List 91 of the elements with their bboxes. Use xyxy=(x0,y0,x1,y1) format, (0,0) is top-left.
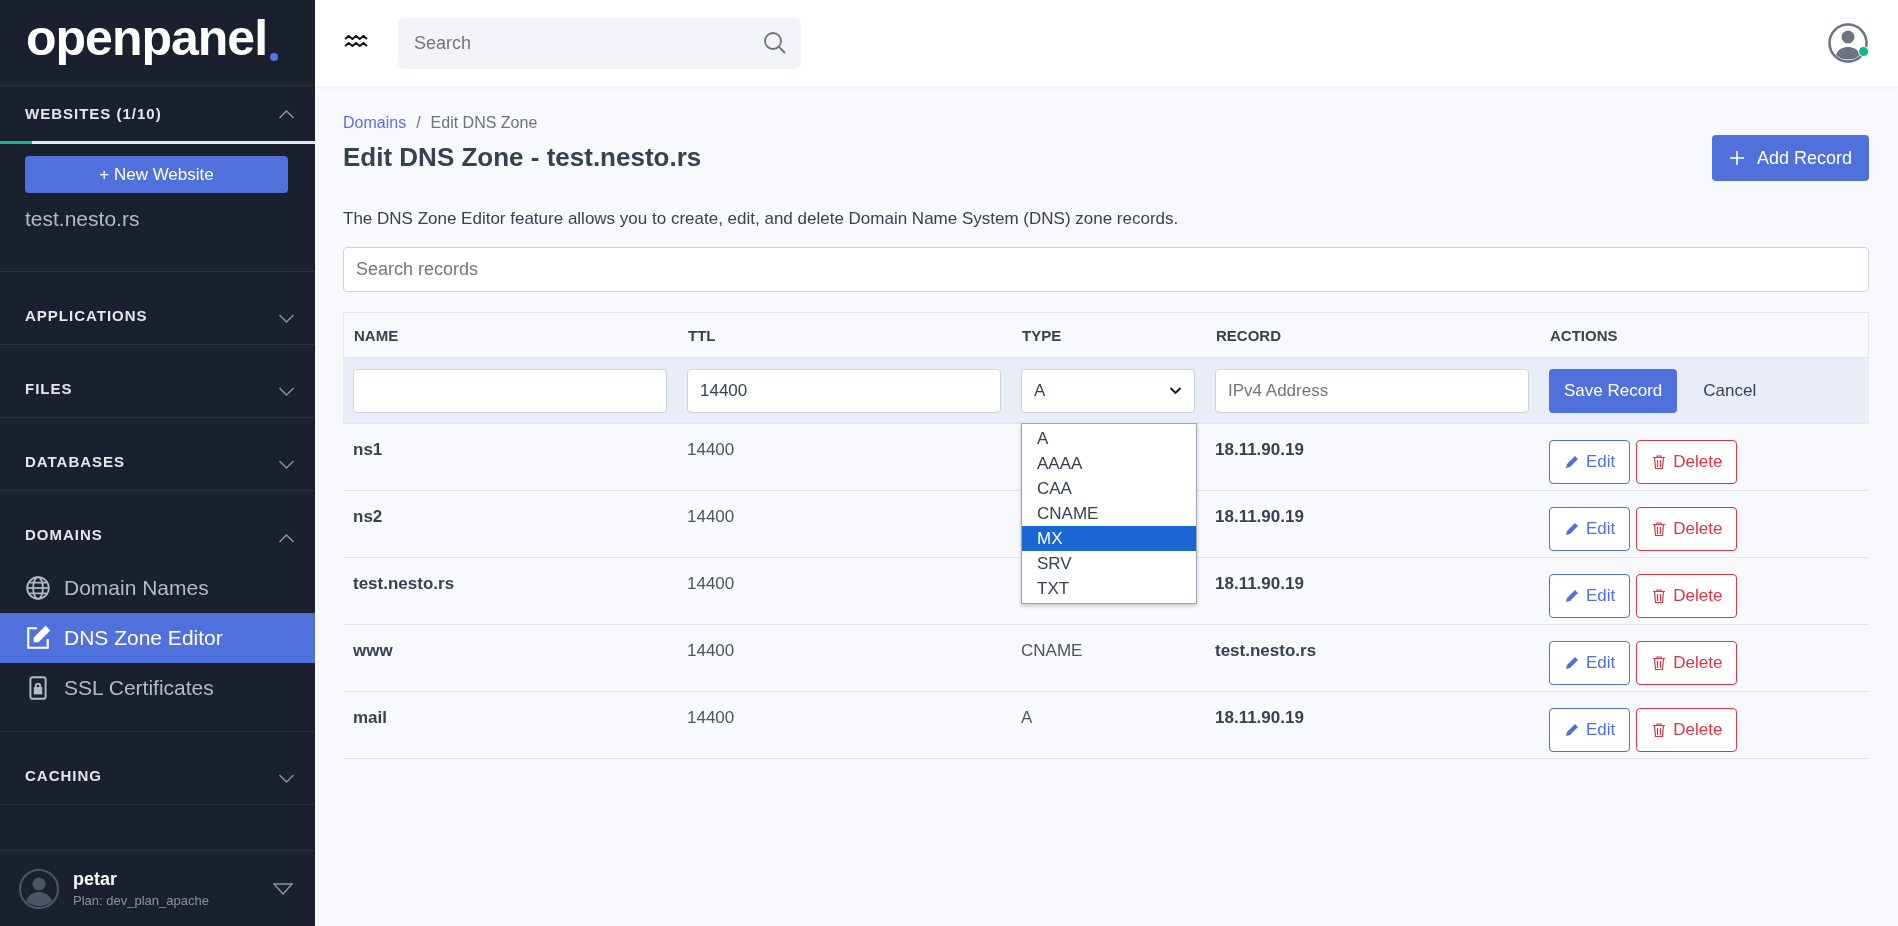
dropdown-option[interactable]: TXT xyxy=(1022,575,1196,601)
chevron-icon[interactable] xyxy=(278,314,295,324)
cancel-button[interactable]: Cancel xyxy=(1697,379,1763,402)
trash-icon xyxy=(1651,655,1668,671)
edit-button[interactable]: Edit xyxy=(1549,440,1631,484)
search-records-field[interactable]: Search records xyxy=(343,247,1869,292)
search-field[interactable]: Search xyxy=(398,17,801,69)
delete-button[interactable]: Delete xyxy=(1636,641,1738,685)
table-cell: test.nesto.rs xyxy=(1215,641,1317,660)
section-title[interactable]: CACHING xyxy=(25,767,102,784)
description: The DNS Zone Editor feature allows you to create, edit, and delete Domain Name System (DNS) zone records. xyxy=(343,209,1180,229)
table-cell: 18.11.90.19 xyxy=(1215,708,1304,727)
breadcrumb-link[interactable]: Domains xyxy=(343,114,407,132)
column-header: ACTIONS xyxy=(1549,326,1619,344)
delete-button[interactable]: Delete xyxy=(1636,574,1738,618)
trash-icon xyxy=(1651,588,1668,604)
user-plan: Plan: dev_plan_apache xyxy=(73,893,210,908)
dropdown-option[interactable]: CAA xyxy=(1022,475,1196,501)
delete-button[interactable]: Delete xyxy=(1636,708,1738,752)
table-cell: 14400 xyxy=(687,641,735,660)
edit-icon xyxy=(25,625,51,651)
chevron-icon[interactable] xyxy=(278,774,295,784)
edit-button[interactable]: Edit xyxy=(1549,708,1631,752)
table-cell: mail xyxy=(353,708,388,727)
trash-icon xyxy=(1651,454,1668,470)
edit-button[interactable]: Edit xyxy=(1549,574,1631,618)
plus-icon xyxy=(1728,150,1745,166)
table-cell: 18.11.90.19 xyxy=(1215,440,1304,459)
column-header: NAME xyxy=(353,326,400,344)
delete-button[interactable]: Delete xyxy=(1636,507,1738,551)
chevron-icon[interactable] xyxy=(278,533,295,543)
nav-item[interactable]: DNS Zone Editor xyxy=(0,613,315,663)
pencil-icon xyxy=(1564,454,1580,470)
save-record-button[interactable]: Save Record xyxy=(1549,368,1678,413)
table-cell: CNAME xyxy=(1021,641,1083,660)
table-cell: www xyxy=(353,641,393,660)
pencil-icon xyxy=(1564,655,1580,671)
table-cell: A xyxy=(1021,708,1033,727)
chevron-icon[interactable] xyxy=(278,108,295,119)
section-title[interactable]: DATABASES xyxy=(25,453,126,470)
pencil-icon xyxy=(1564,722,1580,738)
chevron-icon xyxy=(1169,386,1182,395)
chevron-icon[interactable] xyxy=(278,387,295,397)
ttl-input-field[interactable]: 14400 xyxy=(687,368,1001,413)
column-header: TYPE xyxy=(1021,326,1063,344)
caret-icon[interactable] xyxy=(273,882,293,895)
section-title[interactable]: WEBSITES (1/10) xyxy=(25,105,162,122)
new-website-button[interactable]: + New Website xyxy=(25,156,288,193)
nav-item[interactable]: Domain Names xyxy=(0,563,315,613)
table-cell: 14400 xyxy=(687,574,735,593)
trash-icon xyxy=(1651,521,1668,537)
add-record-button[interactable]: Add Record xyxy=(1711,135,1869,181)
dropdown-option[interactable]: MX xyxy=(1022,525,1196,551)
type-select[interactable]: A xyxy=(1021,368,1195,413)
table-cell: 18.11.90.19 xyxy=(1215,507,1304,526)
edit-button[interactable]: Edit xyxy=(1549,641,1631,685)
user-name: petar xyxy=(73,869,118,890)
delete-button[interactable]: Delete xyxy=(1636,440,1738,484)
edit-button[interactable]: Edit xyxy=(1549,507,1631,551)
dropdown-option[interactable]: AAAA xyxy=(1022,450,1196,476)
pencil-icon xyxy=(1564,521,1580,537)
table-cell: 14400 xyxy=(687,708,735,727)
record-input-field[interactable]: IPv4 Address xyxy=(1215,368,1529,413)
table-cell: 18.11.90.19 xyxy=(1215,574,1304,593)
table-cell: ns2 xyxy=(353,507,383,526)
pencil-icon xyxy=(1564,588,1580,604)
search-icon[interactable] xyxy=(763,30,787,55)
table-cell: 14400 xyxy=(687,440,735,459)
dropdown-option[interactable]: A xyxy=(1022,425,1196,451)
avatar-icon[interactable] xyxy=(1828,23,1868,63)
column-header: TTL xyxy=(687,326,717,344)
table-cell: test.nesto.rs xyxy=(353,574,455,593)
breadcrumb-current: Edit DNS Zone xyxy=(430,114,538,132)
table-cell: 14400 xyxy=(687,507,735,526)
chevron-icon[interactable] xyxy=(278,460,295,470)
breadcrumb-separator: / xyxy=(416,114,421,132)
table-cell: ns1 xyxy=(353,440,383,459)
logo: openpanel xyxy=(26,13,268,63)
column-header: RECORD xyxy=(1215,326,1282,344)
dropdown-option[interactable]: SRV xyxy=(1022,550,1196,576)
name-input-field[interactable] xyxy=(353,368,667,413)
logo-dot-icon xyxy=(270,53,279,61)
dropdown-option[interactable]: CNAME xyxy=(1022,500,1196,526)
website-link[interactable]: test.nesto.rs xyxy=(25,207,290,231)
page-title: Edit DNS Zone - test.nesto.rs xyxy=(343,142,702,173)
trash-icon xyxy=(1651,722,1668,738)
nav-item[interactable]: SSL Certificates xyxy=(0,663,315,713)
section-title[interactable]: FILES xyxy=(25,380,73,397)
section-title[interactable]: DOMAINS xyxy=(25,526,103,543)
section-title[interactable]: APPLICATIONS xyxy=(25,307,148,324)
globe-icon xyxy=(25,575,51,601)
